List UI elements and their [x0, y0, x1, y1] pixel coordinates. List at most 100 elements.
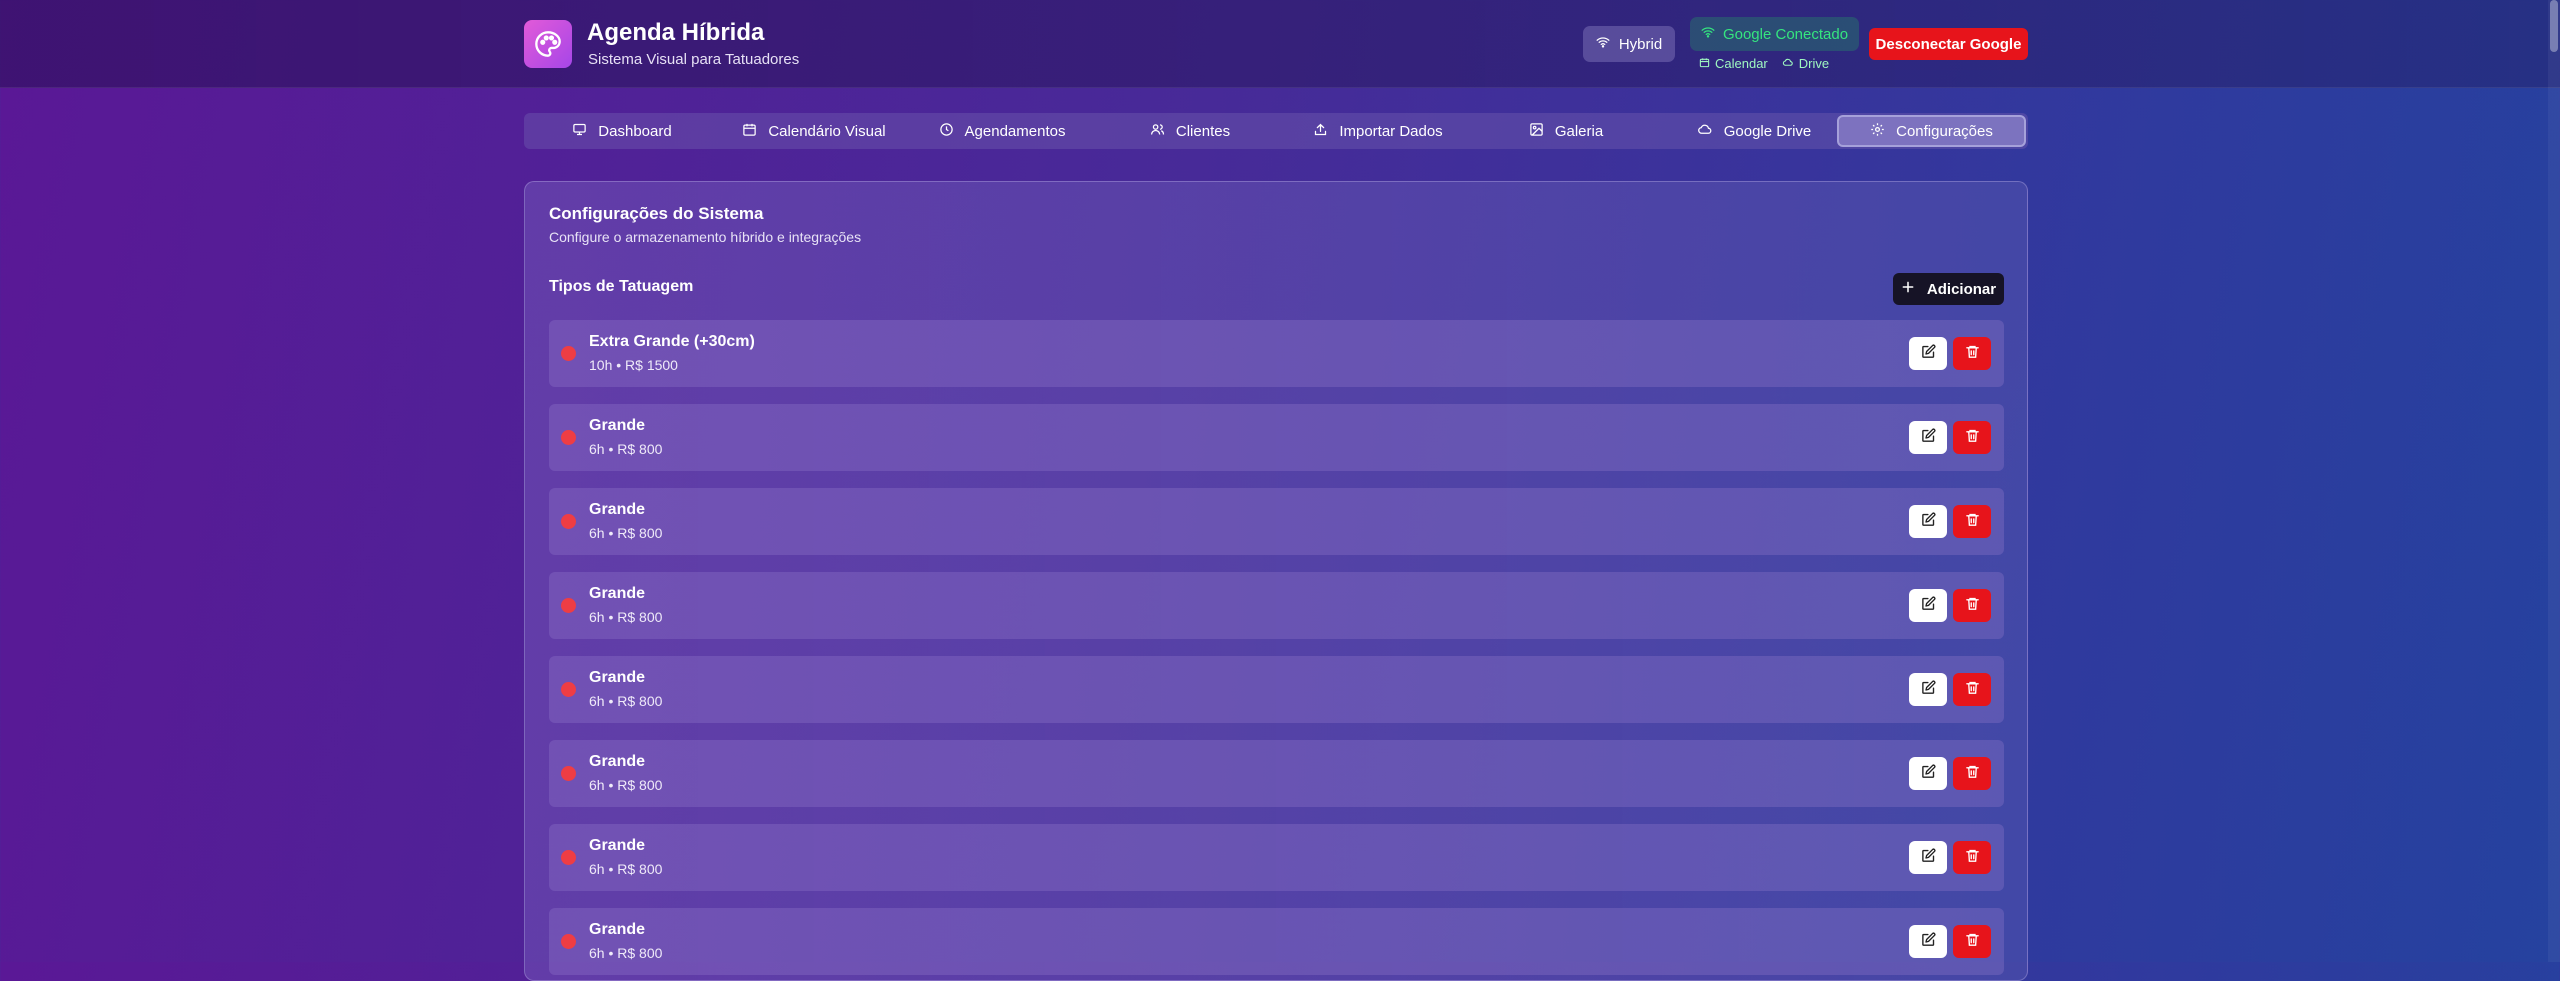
tattoo-type-meta: 6h • R$ 800: [589, 525, 663, 541]
trash-icon: [1965, 428, 1980, 448]
color-dot: [561, 850, 576, 865]
google-calendar-status: Calendar: [1699, 56, 1768, 71]
edit-icon: [1921, 932, 1936, 952]
disconnect-google-button[interactable]: Desconectar Google: [1869, 28, 2028, 60]
tattoo-type-meta: 6h • R$ 800: [589, 441, 663, 457]
color-dot: [561, 934, 576, 949]
tab-clientes[interactable]: Clientes: [1096, 115, 1284, 147]
tattoo-type-name: Grande: [589, 585, 646, 602]
google-status-badge: Google Conectado: [1690, 17, 1859, 51]
hybrid-mode-button[interactable]: Hybrid: [1583, 26, 1675, 62]
edit-button[interactable]: [1909, 925, 1947, 958]
delete-button[interactable]: [1953, 841, 1991, 874]
edit-button[interactable]: [1909, 421, 1947, 454]
trash-icon: [1965, 344, 1980, 364]
wifi-icon: [1701, 25, 1715, 43]
google-drive-status: Drive: [1782, 56, 1829, 71]
tab-galeria[interactable]: Galeria: [1472, 115, 1660, 147]
tattoo-type-meta: 6h • R$ 800: [589, 777, 663, 793]
plus-icon: [1901, 280, 1915, 298]
delete-button[interactable]: [1953, 589, 1991, 622]
tattoo-type-item: Grande 6h • R$ 800: [549, 572, 2004, 639]
gear-icon: [1870, 122, 1885, 141]
edit-icon: [1921, 596, 1936, 616]
trash-icon: [1965, 932, 1980, 952]
trash-icon: [1965, 848, 1980, 868]
tattoo-type-item: Grande 6h • R$ 800: [549, 824, 2004, 891]
tab-calendario-visual[interactable]: Calendário Visual: [720, 115, 908, 147]
main-tabs: Dashboard Calendário Visual Agendamentos…: [524, 113, 2028, 149]
wifi-icon: [1596, 35, 1610, 53]
edit-icon: [1921, 512, 1936, 532]
clock-icon: [939, 122, 954, 141]
page-scrollbar[interactable]: [2548, 0, 2560, 962]
tattoo-type-name: Grande: [589, 921, 646, 938]
image-icon: [1529, 122, 1544, 141]
delete-button[interactable]: [1953, 505, 1991, 538]
edit-button[interactable]: [1909, 589, 1947, 622]
cloud-icon: [1697, 122, 1713, 141]
delete-button[interactable]: [1953, 337, 1991, 370]
tab-dashboard[interactable]: Dashboard: [524, 115, 720, 147]
tab-agendamentos[interactable]: Agendamentos: [908, 115, 1096, 147]
edit-icon: [1921, 344, 1936, 364]
tattoo-type-name: Grande: [589, 753, 646, 770]
settings-description: Configure o armazenamento híbrido e inte…: [549, 229, 862, 245]
edit-button[interactable]: [1909, 757, 1947, 790]
users-icon: [1150, 122, 1165, 141]
edit-icon: [1921, 764, 1936, 784]
calendar-icon: [1699, 56, 1710, 71]
monitor-icon: [572, 122, 587, 141]
tab-importar-dados[interactable]: Importar Dados: [1284, 115, 1472, 147]
tattoo-type-meta: 6h • R$ 800: [589, 861, 663, 877]
edit-icon: [1921, 680, 1936, 700]
color-dot: [561, 682, 576, 697]
tattoo-type-name: Grande: [589, 501, 646, 518]
cloud-icon: [1782, 56, 1794, 71]
tab-google-drive[interactable]: Google Drive: [1660, 115, 1848, 147]
delete-button[interactable]: [1953, 421, 1991, 454]
trash-icon: [1965, 596, 1980, 616]
trash-icon: [1965, 764, 1980, 784]
hybrid-label: Hybrid: [1618, 35, 1663, 53]
upload-icon: [1313, 122, 1328, 141]
delete-button[interactable]: [1953, 925, 1991, 958]
delete-button[interactable]: [1953, 757, 1991, 790]
delete-button[interactable]: [1953, 673, 1991, 706]
edit-icon: [1921, 428, 1936, 448]
app-subtitle: Sistema Visual para Tatuadores: [588, 51, 800, 68]
calendar-icon: [742, 122, 757, 141]
tattoo-type-item: Grande 6h • R$ 800: [549, 656, 2004, 723]
tattoo-type-item: Grande 6h • R$ 800: [549, 488, 2004, 555]
edit-button[interactable]: [1909, 673, 1947, 706]
settings-panel: Configurações do Sistema Configure o arm…: [524, 181, 2028, 981]
edit-button[interactable]: [1909, 337, 1947, 370]
tattoo-type-item: Grande 6h • R$ 800: [549, 908, 2004, 975]
tattoo-type-meta: 6h • R$ 800: [589, 609, 663, 625]
tattoo-type-item: Grande 6h • R$ 800: [549, 404, 2004, 471]
trash-icon: [1965, 680, 1980, 700]
scrollbar-thumb[interactable]: [2550, 0, 2558, 52]
app-header: Agenda Híbrida Sistema Visual para Tatua…: [0, 0, 2560, 88]
tattoo-type-name: Grande: [589, 417, 646, 434]
tattoo-types-title: Tipos de Tatuagem: [549, 278, 694, 295]
app-title: Agenda Híbrida: [587, 19, 765, 46]
color-dot: [561, 514, 576, 529]
tattoo-type-meta: 10h • R$ 1500: [589, 357, 678, 373]
color-dot: [561, 430, 576, 445]
edit-button[interactable]: [1909, 841, 1947, 874]
color-dot: [561, 598, 576, 613]
tattoo-type-meta: 6h • R$ 800: [589, 693, 663, 709]
palette-logo-icon: [524, 20, 572, 68]
settings-title: Configurações do Sistema: [549, 204, 764, 223]
tab-configuracoes[interactable]: Configurações: [1837, 115, 2026, 147]
google-status-label: Google Conectado: [1722, 25, 1849, 43]
edit-button[interactable]: [1909, 505, 1947, 538]
add-tattoo-type-button[interactable]: Adicionar: [1893, 273, 2004, 305]
tattoo-type-item: Extra Grande (+30cm) 10h • R$ 1500: [549, 320, 2004, 387]
tattoo-type-name: Extra Grande (+30cm): [589, 333, 755, 350]
google-services: Calendar Drive: [1699, 56, 1829, 71]
trash-icon: [1965, 512, 1980, 532]
tattoo-type-name: Grande: [589, 837, 646, 854]
tattoo-type-item: Grande 6h • R$ 800: [549, 740, 2004, 807]
